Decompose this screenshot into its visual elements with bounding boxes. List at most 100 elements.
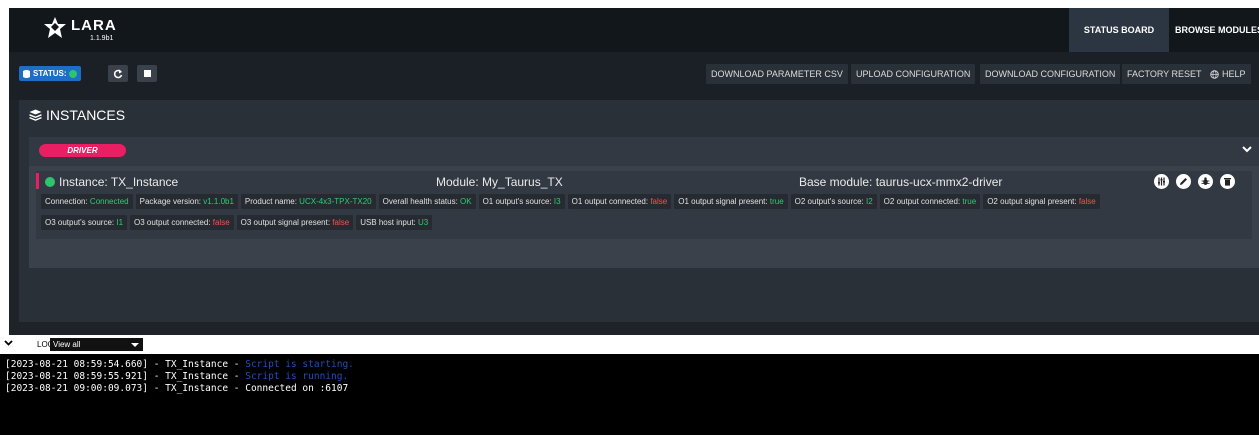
status-tag-label: O3 output connected: <box>134 218 213 227</box>
toolbar: STATUS: DOWNLOAD PARAMETER CSV UPLOAD CO… <box>9 52 1259 100</box>
status-tag: O3 output connected: false <box>130 215 234 230</box>
sliders-icon[interactable] <box>1154 174 1169 189</box>
instance-accent-bar <box>36 173 39 189</box>
status-tag-value: true <box>962 197 977 206</box>
instance-status-tags-row1: Connection: Connected Package version: v1… <box>41 194 1251 209</box>
status-tag: O1 output connected: false <box>567 194 672 209</box>
download-parameter-csv-button[interactable]: DOWNLOAD PARAMETER CSV <box>706 64 848 84</box>
status-tag-label: O1 output signal present: <box>678 197 770 206</box>
status-tag-label: Overall health status: <box>382 197 461 206</box>
upload-configuration-button[interactable]: UPLOAD CONFIGURATION <box>851 64 976 84</box>
status-tag-value: v1.1.0b1 <box>203 197 234 206</box>
status-tag: O1 output signal present: true <box>674 194 788 209</box>
status-tag-label: Connection: <box>45 197 90 206</box>
log-filter-value: View all <box>53 340 81 349</box>
stop-button[interactable] <box>137 65 157 82</box>
driver-filter-pill[interactable]: DRIVER <box>39 144 126 157</box>
app-window: LARA 1.1.9b1 STATUS BOARD BROWSE MODULES… <box>9 8 1259 335</box>
status-tag: Overall health status: OK <box>378 194 476 209</box>
lara-logo[interactable]: LARA 1.1.9b1 <box>42 15 132 45</box>
status-tag-label: O3 output's source: <box>45 218 117 227</box>
status-tag-label: Package version: <box>139 197 204 206</box>
status-tag-label: O2 output connected: <box>883 197 963 206</box>
log-line-message: Script is starting. <box>245 359 354 370</box>
layers-icon <box>29 109 42 121</box>
instance-module: Module: My_Taurus_TX <box>436 175 563 189</box>
instance-base-module: Base module: taurus-ucx-mmx2-driver <box>799 175 1003 189</box>
status-tag-label: O1 output connected: <box>571 197 651 206</box>
status-ok-icon <box>69 69 78 78</box>
trash-icon[interactable] <box>1220 174 1235 189</box>
status-tag: Product name: UCX-4x3-TPX-TX20 <box>240 194 376 209</box>
status-tag-value: U3 <box>418 218 429 227</box>
globe-icon <box>1210 69 1219 79</box>
status-tag-value: I3 <box>553 197 561 206</box>
status-tag-value: false <box>650 197 668 206</box>
status-tag: O2 output connected: true <box>879 194 981 209</box>
status-tag-label: O1 output's source: <box>482 197 554 206</box>
status-tag-value: false <box>212 218 230 227</box>
status-tag: Package version: v1.1.0b1 <box>135 194 238 209</box>
status-tag-label: O2 output's source: <box>794 197 866 206</box>
status-label: STATUS: <box>33 69 67 78</box>
status-tag-label: USB host input: <box>360 218 418 227</box>
log-line: [2023-08-21 08:59:54.660] - TX_Instance … <box>5 359 1254 371</box>
status-tag-value: Connected <box>89 197 129 206</box>
status-button[interactable]: STATUS: <box>19 66 82 81</box>
log-toolbar: LOG: View all <box>0 335 1259 354</box>
refresh-button[interactable] <box>108 65 128 82</box>
status-tag-value: I2 <box>866 197 873 206</box>
instances-header: INSTANCES <box>29 107 125 123</box>
status-tag-label: O2 output signal present: <box>987 197 1079 206</box>
log-line: [2023-08-21 08:59:55.921] - TX_Instance … <box>5 371 1254 383</box>
check-circle-icon <box>45 177 55 187</box>
log-output: [2023-08-21 08:59:54.660] - TX_Instance … <box>0 354 1259 435</box>
status-tag-value: OK <box>460 197 472 206</box>
status-tag: O3 output's source: I1 <box>41 215 128 230</box>
log-line-message: Script is running. <box>245 371 349 382</box>
log-line-prefix: [2023-08-21 08:59:54.660] - TX_Instance … <box>5 359 246 370</box>
driver-group: DRIVER Instance: TX_Instance Module: My_… <box>29 137 1259 268</box>
chevron-down-icon[interactable] <box>1242 145 1252 153</box>
status-tag-label: O3 output signal present: <box>240 218 333 227</box>
top-navbar: LARA 1.1.9b1 STATUS BOARD BROWSE MODULES <box>9 8 1259 52</box>
lara-logo-icon <box>44 17 66 38</box>
log-line-message: Connected on :6107 <box>245 383 349 394</box>
caret-down-icon <box>131 343 139 347</box>
stop-icon <box>143 70 151 77</box>
instance-name: Instance: TX_Instance <box>45 172 178 192</box>
app-name: LARA <box>71 17 117 34</box>
status-tag: Connection: Connected <box>41 194 133 209</box>
status-tag: O2 output's source: I2 <box>790 194 877 209</box>
status-tag-value: false <box>1078 197 1096 206</box>
instance-actions <box>1154 174 1235 189</box>
tab-status-board[interactable]: STATUS BOARD <box>1069 8 1169 52</box>
log-line: [2023-08-21 09:00:09.073] - TX_Instance … <box>5 383 1254 395</box>
factory-reset-button[interactable]: FACTORY RESET <box>1122 64 1207 84</box>
instance-name-text: Instance: TX_Instance <box>59 175 179 189</box>
app-version: 1.1.9b1 <box>90 35 114 42</box>
log-line-prefix: [2023-08-21 09:00:09.073] - TX_Instance … <box>5 383 246 394</box>
log-filter-select[interactable]: View all <box>50 338 143 351</box>
status-tag-value: true <box>769 197 784 206</box>
instance-status-tags-row2: O3 output's source: I1 O3 output connecte… <box>41 215 1251 230</box>
instance-card[interactable]: Instance: TX_Instance Module: My_Taurus_… <box>36 171 1252 239</box>
help-button[interactable]: HELP <box>1205 64 1251 84</box>
instances-title: INSTANCES <box>46 107 126 123</box>
refresh-icon <box>113 69 123 78</box>
status-tag: O1 output's source: I3 <box>478 194 565 209</box>
chevron-down-icon[interactable] <box>4 339 13 347</box>
status-tag-label: Product name: <box>244 197 300 206</box>
instances-panel: INSTANCES DRIVER Instance: TX_Instance M… <box>19 100 1259 322</box>
tab-browse-modules[interactable]: BROWSE MODULES <box>1169 8 1259 52</box>
log-line-prefix: [2023-08-21 08:59:55.921] - TX_Instance … <box>5 371 246 382</box>
status-tag-value: UCX-4x3-TPX-TX20 <box>299 197 372 206</box>
edit-pencil-icon[interactable] <box>1176 174 1191 189</box>
status-tag-value: I1 <box>116 218 124 227</box>
status-tag: USB host input: U3 <box>356 215 433 230</box>
status-tag: O2 output signal present: false <box>983 194 1100 209</box>
download-configuration-button[interactable]: DOWNLOAD CONFIGURATION <box>980 64 1121 84</box>
status-tag-value: false <box>332 218 350 227</box>
bug-icon[interactable] <box>1198 174 1213 189</box>
database-icon <box>23 69 30 78</box>
